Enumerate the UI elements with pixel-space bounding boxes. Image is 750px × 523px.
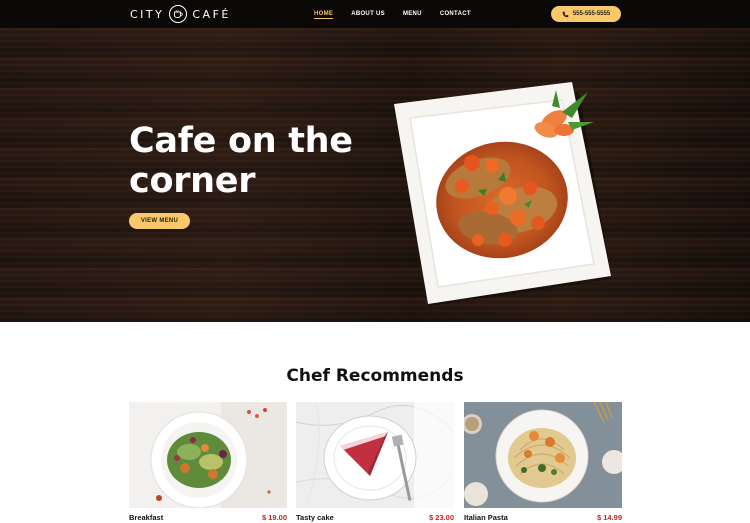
- menu-card-italian-pasta[interactable]: Italian Pasta $ 14.99: [464, 402, 622, 522]
- menu-card-tasty-cake[interactable]: Tasty cake $ 23.00: [296, 402, 454, 522]
- card-meta: Italian Pasta $ 14.99: [464, 513, 622, 522]
- brand-logo[interactable]: CITY CAFÉ: [130, 4, 231, 24]
- hero-title-line-2: corner: [129, 161, 256, 201]
- section-title: Chef Recommends: [286, 366, 464, 386]
- phone-icon: [562, 11, 569, 18]
- nav-links: HOME ABOUT US MENU CONTACT: [314, 0, 489, 28]
- hero-section: Cafe on the corner VIEW MENU: [0, 28, 750, 322]
- item-name: Breakfast: [129, 513, 164, 522]
- brand-right: CAFÉ: [192, 7, 231, 21]
- hero-title-line-1: Cafe on the: [129, 121, 353, 161]
- item-price: $ 23.00: [428, 513, 454, 522]
- item-price: $ 14.99: [596, 513, 622, 522]
- item-price: $ 19.00: [261, 513, 287, 522]
- phone-button[interactable]: 555-555-5555: [551, 6, 621, 22]
- item-name: Italian Pasta: [464, 513, 508, 522]
- view-menu-button[interactable]: VIEW MENU: [129, 213, 190, 229]
- item-name: Tasty cake: [296, 513, 334, 522]
- card-meta: Tasty cake $ 23.00: [296, 513, 454, 522]
- italian-pasta-image: [464, 402, 622, 508]
- menu-card-breakfast[interactable]: Breakfast $ 19.00: [129, 402, 287, 522]
- nav-item-menu[interactable]: MENU: [403, 0, 422, 28]
- brand-left: CITY: [130, 7, 165, 21]
- nav-item-contact[interactable]: CONTACT: [440, 0, 471, 28]
- card-meta: Breakfast $ 19.00: [129, 513, 287, 522]
- coffee-cup-icon: [169, 5, 188, 23]
- top-navbar: CITY CAFÉ HOME ABOUT US MENU CONTACT 555…: [0, 0, 750, 28]
- breakfast-image: [129, 402, 287, 508]
- hero-title: Cafe on the corner: [129, 121, 389, 201]
- nav-item-about-us[interactable]: ABOUT US: [351, 0, 385, 28]
- phone-number: 555-555-5555: [572, 11, 611, 17]
- nav-item-home[interactable]: HOME: [314, 0, 334, 28]
- tasty-cake-image: [296, 402, 454, 508]
- hero-food-plate-image: [380, 68, 630, 318]
